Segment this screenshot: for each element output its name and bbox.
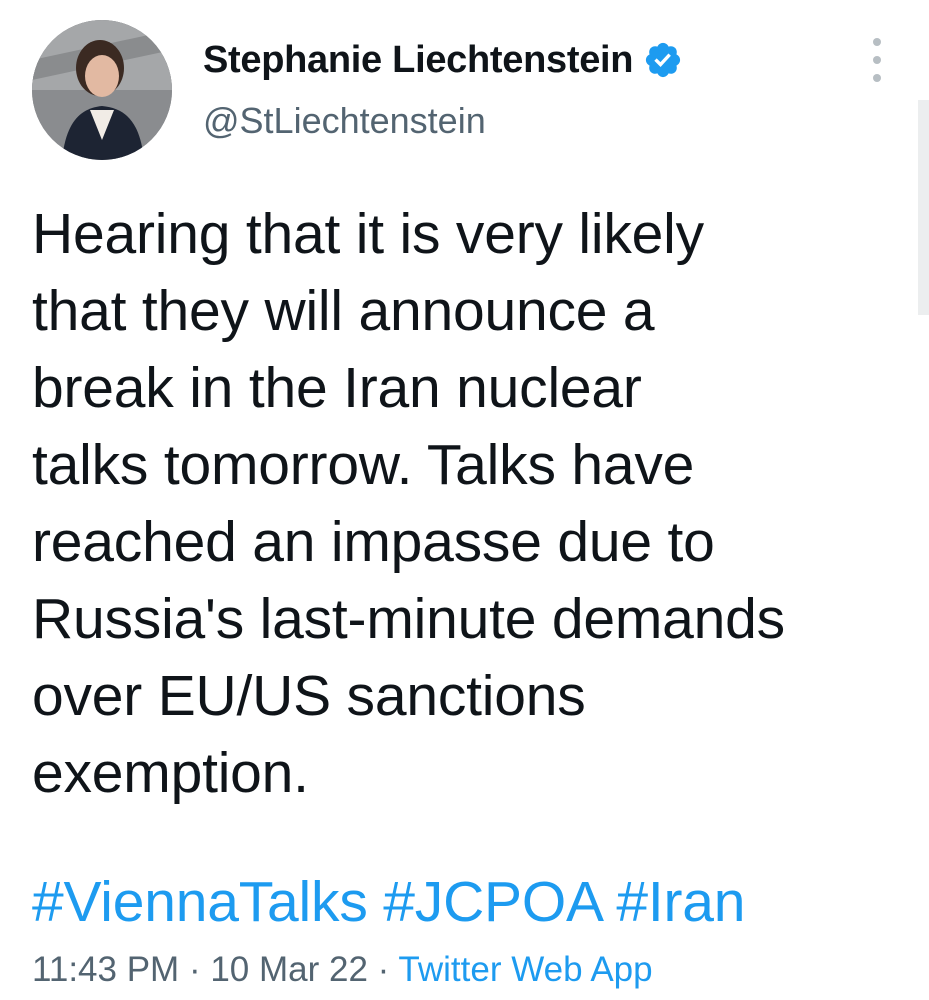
tweet-text: Hearing that it is very likely that they… bbox=[32, 196, 912, 812]
avatar[interactable] bbox=[32, 20, 172, 160]
scrollbar[interactable] bbox=[918, 100, 929, 315]
hashtag-link[interactable]: #JCPOA bbox=[383, 870, 601, 934]
tweet-text-line: Hearing that it is very likely bbox=[32, 202, 704, 266]
separator: · bbox=[377, 950, 399, 989]
separator: · bbox=[188, 950, 211, 989]
avatar-photo bbox=[32, 20, 172, 160]
tweet-text-line: exemption. bbox=[32, 741, 309, 805]
tweet-metadata: 11:43 PM · 10 Mar 22 · Twitter Web App bbox=[32, 948, 653, 992]
author-handle[interactable]: @StLiechtenstein bbox=[203, 100, 486, 142]
more-vertical-icon[interactable] bbox=[862, 38, 892, 82]
tweet-card[interactable]: Stephanie Liechtenstein @StLiechtenstein… bbox=[0, 0, 929, 1000]
hashtag-link[interactable]: #ViennaTalks bbox=[32, 870, 368, 934]
tweet-text-line: break in the Iran nuclear bbox=[32, 356, 642, 420]
author-display-name[interactable]: Stephanie Liechtenstein bbox=[203, 39, 634, 82]
tweet-text-line: Russia's last-minute demands bbox=[32, 587, 785, 651]
author-name-row[interactable]: Stephanie Liechtenstein bbox=[203, 36, 683, 84]
hashtag-list: #ViennaTalks #JCPOA #Iran bbox=[32, 864, 745, 941]
verified-badge-icon bbox=[643, 40, 683, 80]
hashtag-link[interactable]: #Iran bbox=[616, 870, 745, 934]
tweet-time[interactable]: 11:43 PM bbox=[32, 950, 179, 989]
tweet-source-link[interactable]: Twitter Web App bbox=[398, 950, 652, 989]
tweet-text-line: talks tomorrow. Talks have bbox=[32, 433, 695, 497]
tweet-date[interactable]: 10 Mar 22 bbox=[210, 950, 368, 989]
tweet-text-line: over EU/US sanctions bbox=[32, 664, 586, 728]
tweet-text-line: that they will announce a bbox=[32, 279, 655, 343]
tweet-text-line: reached an impasse due to bbox=[32, 510, 715, 574]
